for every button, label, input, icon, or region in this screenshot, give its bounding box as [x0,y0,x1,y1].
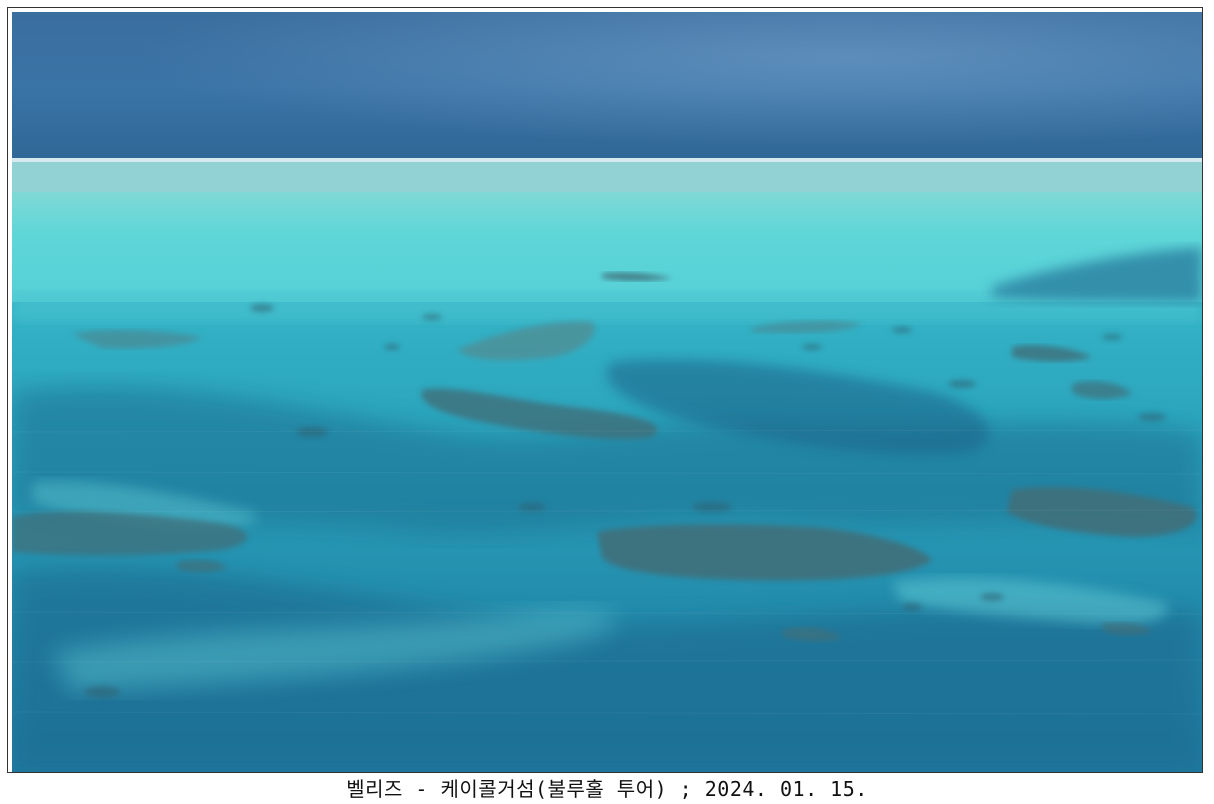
photo-frame: 벨리즈 - 케이콜거섬(불루홀 투어) ; 2024. 01. 15. [0,0,1214,804]
aerial-photo-illustration [12,12,1202,772]
light-haze [12,12,1202,162]
aerial-photo [12,12,1202,772]
surf-line [12,158,1202,162]
photo-caption: 벨리즈 - 케이콜거섬(불루홀 투어) ; 2024. 01. 15. [346,777,868,801]
reef-crest [12,162,1202,197]
